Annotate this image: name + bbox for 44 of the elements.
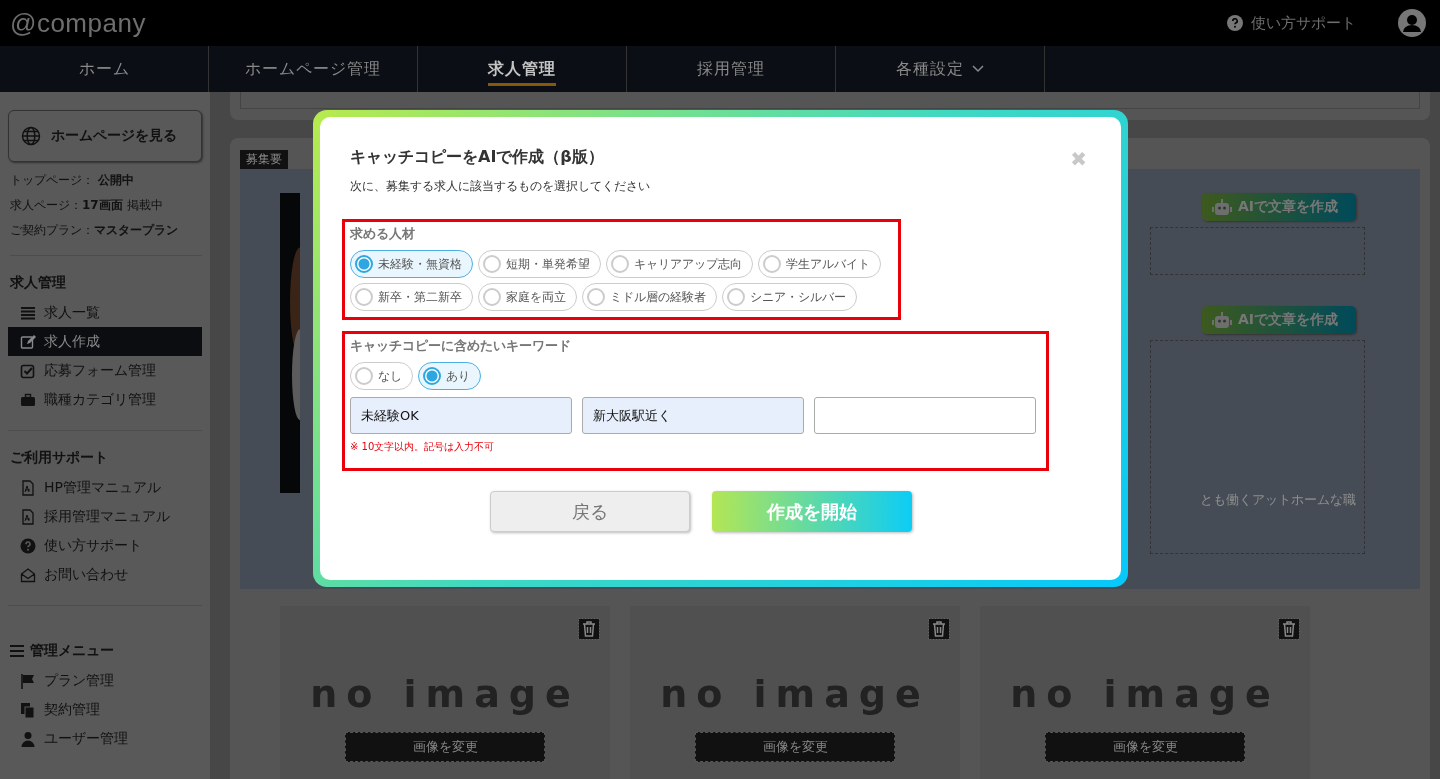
robot-icon [1212,198,1232,216]
help-icon [1227,15,1243,31]
section-label: 募集要 [240,150,288,169]
sidebar-icon [20,479,36,496]
sidebar-icon [20,391,36,408]
group-label: キャッチコピーに含めたいキーワード [350,337,572,355]
menu-icon [10,645,24,657]
section-title: 求人管理 [10,274,66,292]
radio-option[interactable]: あり [418,362,481,390]
status-text: トップページ： 公開中 [10,172,135,189]
section-title: 管理メニュー [30,642,114,660]
status-text: ご契約プラン：マスタープラン [10,222,179,239]
sidebar-icon [20,730,36,747]
back-button[interactable]: 戻る [489,491,690,532]
modal-title: キャッチコピーをAIで作成（β版） [350,147,605,168]
sidebar-icon [20,362,36,379]
status-text: 求人ページ：17画面 掲載中 [10,197,164,214]
globe-icon [21,126,41,146]
sidebar-icon [20,701,36,718]
sidebar-item[interactable]: 求人作成 [8,327,202,356]
robot-icon [1212,311,1232,329]
sidebar-icon [20,537,36,554]
keyword-field[interactable]: 未経験OK [350,397,572,434]
radio-option[interactable]: 未経験・無資格 [350,250,473,278]
change-image-button[interactable]: 画像を変更 [345,732,545,762]
trash-icon[interactable] [1278,618,1300,640]
group-label: 求める人材 [350,225,416,243]
help-link[interactable]: 使い方サポート [1251,13,1356,33]
avatar-icon[interactable] [1398,9,1426,37]
section-title: ご利用サポート [10,449,108,467]
sidebar-icon [20,508,36,525]
trash-icon[interactable] [928,618,950,640]
change-image-button[interactable]: 画像を変更 [1045,732,1245,762]
sidebar-icon [20,333,36,350]
input-note: ※ 10文字以内。記号は入力不可 [350,440,496,454]
keyword-field[interactable] [814,397,1036,434]
change-image-button[interactable]: 画像を変更 [695,732,895,762]
sidebar-icon [20,672,36,689]
sidebar-icon [20,566,36,583]
trash-icon[interactable] [578,618,600,640]
company-logo: @company [10,7,147,39]
modal-subtitle: 次に、募集する求人に該当するものを選択してください [350,178,650,195]
keyword-field[interactable]: 新大阪駅近く [582,397,804,434]
sidebar-icon [20,304,36,321]
